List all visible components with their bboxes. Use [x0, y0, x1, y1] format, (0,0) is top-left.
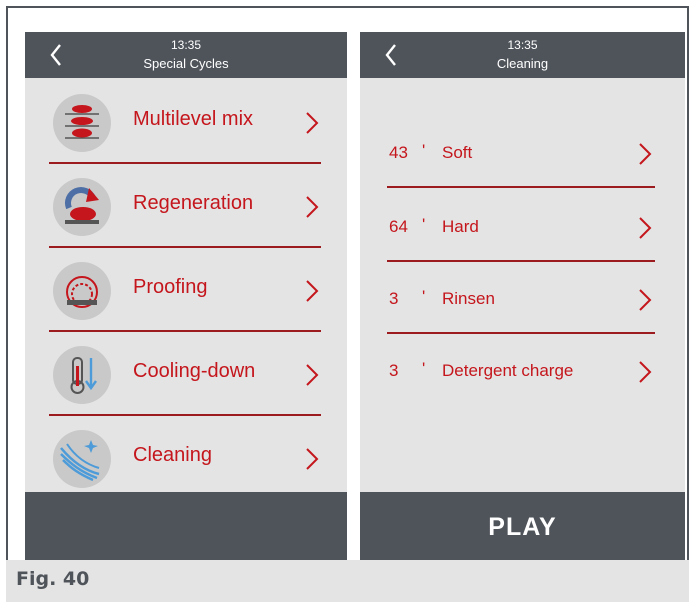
figure-caption: Fig. 40 — [16, 568, 90, 590]
cleaning-item-soft[interactable]: 43 ' Soft — [360, 114, 685, 188]
page-title: Cleaning — [496, 56, 549, 71]
chevron-right-icon — [639, 289, 652, 311]
cleaning-label: Rinsen — [442, 289, 495, 308]
chevron-right-icon — [306, 112, 319, 134]
regeneration-icon — [53, 178, 111, 236]
chevron-right-icon — [306, 364, 319, 386]
cleaning-label: Soft — [442, 143, 473, 162]
multilevel-icon — [53, 94, 111, 152]
clock: 13:35 — [170, 38, 202, 52]
proofing-icon — [53, 262, 111, 320]
chevron-right-icon — [306, 448, 319, 470]
cleaning-label: Detergent charge — [442, 361, 574, 380]
cleaning-item-rinsen[interactable]: 3 ' Rinsen — [360, 260, 685, 334]
cycle-label: Cooling-down — [133, 360, 256, 382]
special-cycles-screen: 13:35 Special Cycles Multilevel mix Rege… — [25, 32, 347, 562]
header: 13:35 Cleaning — [360, 32, 685, 78]
duration-minutes: 3 — [389, 361, 399, 380]
cooling-down-icon — [53, 346, 111, 404]
minutes-mark: ' — [422, 141, 426, 160]
cycle-label: Cleaning — [133, 444, 212, 466]
chevron-right-icon — [639, 361, 652, 383]
chevron-right-icon — [639, 217, 652, 239]
cycle-item-proofing[interactable]: Proofing — [25, 248, 347, 332]
cleaning-label: Hard — [442, 217, 479, 236]
cycle-label: Proofing — [133, 276, 208, 298]
cleaning-item-hard[interactable]: 64 ' Hard — [360, 188, 685, 262]
cycle-item-cooling-down[interactable]: Cooling-down — [25, 332, 347, 416]
minutes-mark: ' — [422, 287, 426, 306]
footer-bar: PLAY — [360, 492, 685, 562]
cycle-item-regeneration[interactable]: Regeneration — [25, 164, 347, 248]
chevron-right-icon — [639, 143, 652, 165]
page-title: Special Cycles — [143, 56, 229, 71]
clock: 13:35 — [507, 38, 538, 52]
cleaning-icon — [53, 430, 111, 488]
figure-caption-bar: Fig. 40 — [6, 560, 689, 602]
minutes-mark: ' — [422, 215, 426, 234]
minutes-mark: ' — [422, 359, 426, 378]
duration-minutes: 64 — [389, 217, 408, 236]
chevron-right-icon — [306, 280, 319, 302]
cycle-label: Regeneration — [133, 192, 254, 214]
cycle-item-cleaning[interactable]: Cleaning — [25, 416, 347, 500]
header: 13:35 Special Cycles — [25, 32, 347, 78]
duration-minutes: 3 — [389, 289, 399, 308]
cleaning-screen: 13:35 Cleaning 43 ' Soft 64 ' Hard 3 ' R… — [360, 32, 685, 562]
chevron-right-icon — [306, 196, 319, 218]
duration-minutes: 43 — [389, 143, 408, 162]
cleaning-item-detergent-charge[interactable]: 3 ' Detergent charge — [360, 332, 685, 406]
footer-bar — [25, 492, 347, 562]
cycle-item-multilevel-mix[interactable]: Multilevel mix — [25, 80, 347, 164]
cycle-label: Multilevel mix — [133, 108, 254, 130]
play-button[interactable]: PLAY — [360, 492, 685, 562]
